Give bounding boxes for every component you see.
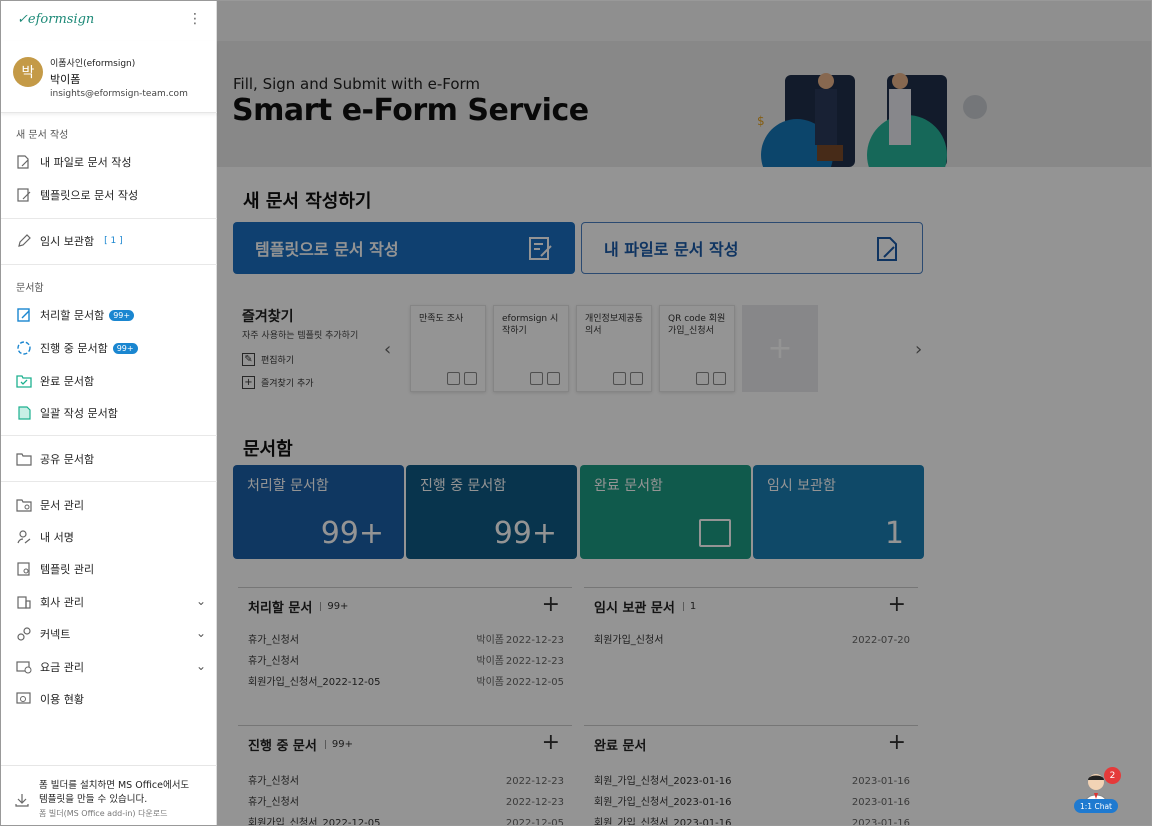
chevron-down-icon[interactable]: ⌄ (196, 659, 206, 673)
refresh-icon (16, 340, 32, 356)
divider (1, 481, 217, 482)
avatar[interactable]: 박 (13, 57, 43, 87)
chevron-down-icon[interactable]: ⌄ (196, 626, 206, 640)
edit-doc-icon (16, 307, 32, 323)
sidebar-item-to-process[interactable]: 처리할 문서함 99+ (16, 305, 206, 325)
sidebar-item-company-manage[interactable]: 회사 관리 ⌄ (16, 592, 206, 612)
promo-text: 폼 빌더를 설치하면 MS Office에서도 템플릿을 만들 수 있습니다. (39, 779, 189, 807)
sidebar-item-temp-storage[interactable]: 임시 보관함 [ 1 ] (16, 231, 206, 251)
unread-badge: 2 (1104, 767, 1121, 784)
sidebar-item-completed[interactable]: 완료 문서함 (16, 371, 206, 391)
sidebar-item-usage[interactable]: 이용 현황 (16, 689, 206, 709)
pencil-icon (16, 233, 32, 249)
doc-settings-icon (16, 497, 32, 513)
sidebar-item-label: 일괄 작성 문서함 (40, 407, 118, 420)
sidebar-item-new-from-template[interactable]: 템플릿으로 문서 작성 (16, 185, 206, 205)
sidebar-item-label: 처리할 문서함 (40, 309, 105, 322)
sidebar-item-label: 임시 보관함 (40, 235, 95, 248)
template-edit-icon (16, 187, 32, 203)
sidebar-item-label: 완료 문서함 (40, 375, 95, 388)
logo-text: eformsign (27, 12, 95, 27)
promo-download-link[interactable]: 폼 빌더(MS Office add-in) 다운로드 (39, 808, 168, 819)
sidebar-item-doc-manage[interactable]: 문서 관리 (16, 495, 206, 515)
sidebar-item-billing[interactable]: 요금 관리 ⌄ (16, 657, 206, 677)
sidebar: ✓eformsign ⋮ 박 이폼사인(eformsign) 박이폼 insig… (1, 1, 217, 825)
template-settings-icon (16, 561, 32, 577)
section-new-doc: 새 문서 작성 (16, 130, 69, 141)
plug-icon (16, 626, 32, 642)
sidebar-item-label: 이용 현황 (40, 693, 84, 706)
shared-folder-icon (16, 451, 32, 467)
sidebar-item-connect[interactable]: 커넥트 ⌄ (16, 624, 206, 644)
sidebar-item-in-progress[interactable]: 진행 중 문서함 99+ (16, 338, 206, 358)
sidebar-item-bulk[interactable]: 일괄 작성 문서함 (16, 403, 206, 423)
sidebar-item-my-sign[interactable]: 내 서명 (16, 527, 206, 547)
count-badge: 99+ (112, 342, 138, 354)
sidebar-item-label: 템플릿으로 문서 작성 (40, 189, 139, 202)
sidebar-item-label: 요금 관리 (40, 661, 84, 674)
sidebar-item-label: 진행 중 문서함 (40, 342, 108, 355)
promo-line-1: 폼 빌더를 설치하면 MS Office에서도 (39, 780, 190, 791)
profile-email: insights@eformsign-team.com (50, 89, 188, 99)
count-badge: 99+ (109, 309, 135, 321)
chat-widget[interactable]: 1:1 Chat 2 (1074, 767, 1121, 815)
sidebar-item-shared[interactable]: 공유 문서함 (16, 449, 206, 469)
user-profile: 박 이폼사인(eformsign) 박이폼 insights@eformsign… (1, 41, 217, 113)
usage-chart-icon (16, 691, 32, 707)
divider (1, 218, 217, 219)
divider (1, 264, 217, 265)
sidebar-item-label: 템플릿 관리 (40, 563, 95, 576)
folder-check-icon (16, 373, 32, 389)
section-doc-boxes: 문서함 (16, 283, 44, 294)
sidebar-item-template-manage[interactable]: 템플릿 관리 (16, 559, 206, 579)
sidebar-item-new-from-file[interactable]: 내 파일로 문서 작성 (16, 152, 206, 172)
bulk-doc-icon (16, 405, 32, 421)
sidebar-item-label: 회사 관리 (40, 596, 84, 609)
sidebar-item-label: 내 파일로 문서 작성 (40, 156, 132, 169)
profile-team: 이폼사인(eformsign) (50, 59, 136, 69)
profile-name: 박이폼 (50, 73, 81, 86)
form-builder-promo[interactable]: 폼 빌더를 설치하면 MS Office에서도 템플릿을 만들 수 있습니다. … (1, 765, 217, 825)
sidebar-item-label: 공유 문서함 (40, 453, 95, 466)
promo-line-2: 템플릿을 만들 수 있습니다. (39, 793, 148, 805)
app-window: Fill, Sign and Submit with e-Form Smart … (0, 0, 1152, 826)
billing-icon (16, 659, 32, 675)
logo[interactable]: ✓eformsign (17, 12, 94, 27)
more-vertical-icon[interactable]: ⋮ (188, 11, 202, 27)
signature-icon (16, 529, 32, 545)
chat-label: 1:1 Chat (1074, 799, 1118, 813)
sidebar-item-label: 커넥트 (40, 628, 71, 641)
building-icon (16, 594, 32, 610)
divider (1, 435, 217, 436)
sidebar-item-label: 내 서명 (40, 531, 74, 544)
chevron-down-icon[interactable]: ⌄ (196, 594, 206, 608)
sidebar-item-label: 문서 관리 (40, 499, 84, 512)
temp-count: [ 1 ] (104, 236, 123, 246)
download-icon (15, 794, 29, 807)
file-edit-icon (16, 154, 32, 170)
modal-overlay[interactable] (217, 1, 1151, 825)
